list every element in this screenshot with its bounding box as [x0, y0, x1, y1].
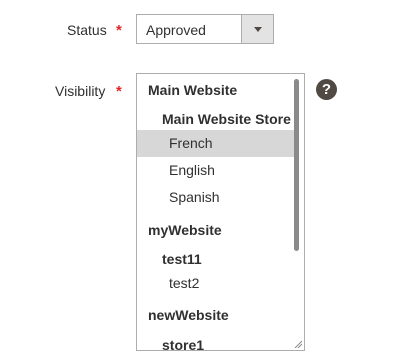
visibility-required-mark: * — [116, 83, 122, 100]
option-label: myWebsite — [148, 222, 222, 238]
option-mywebsite[interactable]: myWebsite — [137, 217, 294, 244]
status-select[interactable]: Approved — [136, 14, 274, 44]
option-english[interactable]: English — [137, 157, 294, 184]
option-store1[interactable]: store1 — [137, 332, 294, 351]
status-selected-value: Approved — [146, 22, 206, 38]
option-newwebsite[interactable]: newWebsite — [137, 302, 294, 329]
option-label: French — [169, 135, 213, 151]
option-label: Main Website — [148, 82, 238, 98]
help-icon[interactable]: ? — [316, 79, 337, 100]
chevron-down-icon[interactable] — [241, 15, 273, 43]
option-main-website-store[interactable]: Main Website Store — [137, 106, 294, 133]
visibility-multiselect[interactable]: Main Website Main Website Store French E… — [136, 73, 305, 351]
option-label: test2 — [169, 275, 200, 291]
option-label: Spanish — [169, 189, 220, 205]
option-label: test11 — [162, 251, 202, 267]
option-label: store1 — [162, 337, 205, 351]
visibility-label: Visibility — [55, 83, 106, 99]
option-spanish[interactable]: Spanish — [137, 184, 294, 211]
option-test2[interactable]: test2 — [137, 270, 294, 297]
resize-grip-icon[interactable] — [294, 340, 302, 348]
option-label: newWebsite — [148, 307, 229, 323]
option-test11[interactable]: test11 — [137, 246, 294, 273]
option-label: Main Website Store — [162, 111, 291, 127]
option-label: English — [169, 162, 215, 178]
status-required-mark: * — [116, 22, 122, 39]
option-french[interactable]: French — [137, 130, 294, 157]
status-label: Status — [67, 22, 107, 38]
option-main-website[interactable]: Main Website — [137, 77, 294, 104]
scrollbar-thumb[interactable] — [294, 79, 299, 251]
